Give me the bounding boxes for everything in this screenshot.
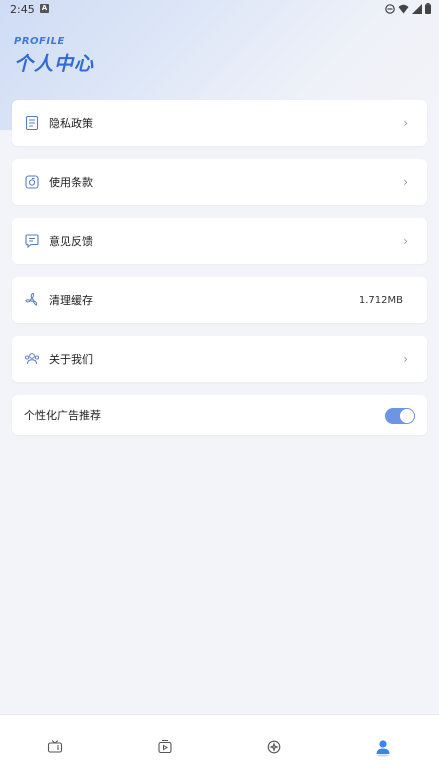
menu-item-about-us[interactable]: 关于我们 ›	[12, 336, 427, 382]
wifi-icon	[398, 4, 409, 17]
toggle-knob	[400, 409, 414, 423]
fan-icon	[24, 292, 40, 308]
chevron-right-icon: ›	[403, 116, 408, 130]
battery-icon	[425, 3, 431, 17]
personalized-ads-label: 个性化广告推荐	[24, 409, 101, 422]
terms-icon	[24, 174, 40, 190]
status-bar: 2:45 A	[0, 0, 439, 18]
video-icon[interactable]	[157, 739, 173, 755]
status-icons	[385, 3, 431, 17]
do-not-disturb-icon	[385, 3, 395, 17]
page-subtitle: PROFILE	[14, 36, 65, 47]
status-time: 2:45	[10, 3, 35, 16]
personalized-ads-toggle[interactable]	[385, 408, 415, 424]
personalized-ads-row: 个性化广告推荐	[12, 395, 427, 435]
menu-item-feedback[interactable]: 意见反馈 ›	[12, 218, 427, 264]
menu-item-label: 关于我们	[49, 353, 93, 366]
people-icon	[24, 351, 40, 367]
chevron-right-icon: ›	[403, 352, 408, 366]
menu-item-privacy-policy[interactable]: 隐私政策 ›	[12, 100, 427, 146]
document-icon	[24, 115, 40, 131]
page-title: 个人中心	[14, 53, 95, 75]
page-header: PROFILE 个人中心	[14, 36, 94, 76]
tv-icon[interactable]	[47, 739, 63, 755]
menu-item-label: 使用条款	[49, 176, 93, 189]
cache-size-value: 1.712MB	[358, 294, 403, 306]
signal-icon	[412, 3, 422, 17]
notification-icon: A	[40, 4, 49, 13]
bottom-navigation	[0, 714, 439, 782]
menu-item-clear-cache[interactable]: 清理缓存 1.712MB	[12, 277, 427, 323]
feedback-icon	[24, 233, 40, 249]
menu-item-label: 意见反馈	[49, 235, 93, 248]
menu-item-terms-of-use[interactable]: 使用条款 ›	[12, 159, 427, 205]
menu-item-label: 清理缓存	[49, 294, 93, 307]
chevron-right-icon: ›	[403, 175, 408, 189]
profile-icon[interactable]	[375, 739, 391, 757]
menu-item-label: 隐私政策	[49, 117, 93, 130]
chevron-right-icon: ›	[403, 234, 408, 248]
discover-icon[interactable]	[266, 739, 282, 755]
